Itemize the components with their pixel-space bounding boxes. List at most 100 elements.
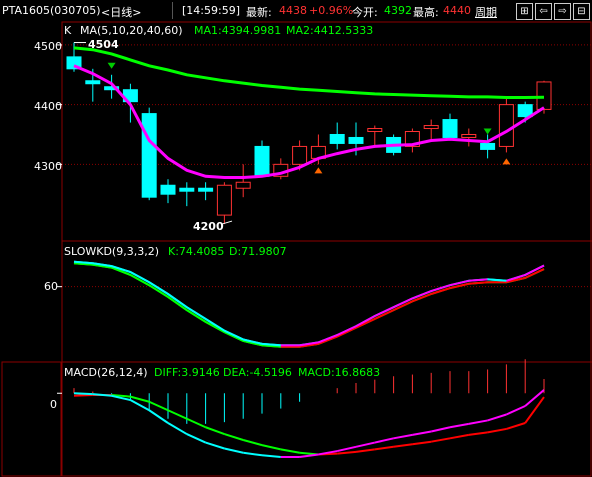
candle-body <box>179 187 195 192</box>
diff-line-segment <box>299 453 319 458</box>
sell-arrow-icon <box>107 62 116 69</box>
candle-body <box>216 184 232 216</box>
stock-chart-window: PTA1605(030705) <日线> [14:59:59] 最新: 4438… <box>0 0 592 477</box>
y-tick-60: 60 <box>44 280 58 293</box>
candle-body <box>198 187 214 192</box>
k-line-segment <box>167 293 188 309</box>
diff-line-segment <box>449 422 469 429</box>
diff-line-segment <box>355 441 376 448</box>
diff-line-segment <box>224 447 244 454</box>
candle-body <box>141 113 157 198</box>
diff-line-segment <box>261 454 281 458</box>
slowkd-title: SLOWKD(9,3,3,2) <box>64 245 160 258</box>
y-tick-4300: 4300 <box>34 160 62 173</box>
y-tick-4500: 4500 <box>34 40 62 53</box>
ma-params: MA(5,10,20,40,60) <box>80 24 183 37</box>
k-line-segment <box>468 278 488 282</box>
k-line-segment <box>318 334 338 344</box>
candle-body <box>442 119 458 138</box>
diff-value: DIFF:3.9146 <box>154 366 220 379</box>
dea-line-segment <box>224 433 244 441</box>
candlestick-pane <box>57 42 592 225</box>
k-line-segment <box>487 278 507 282</box>
candle-body <box>160 184 176 195</box>
d-line-segment <box>223 331 244 342</box>
dea-line-segment <box>374 445 394 451</box>
candle-body <box>498 104 514 147</box>
dea-line-segment <box>73 393 93 397</box>
candle-body <box>254 145 270 177</box>
dea-line-segment <box>148 400 169 412</box>
dea-line-segment <box>524 396 545 424</box>
candle-body <box>461 133 477 138</box>
diff-line-segment <box>393 433 413 440</box>
macd-title: MACD(26,12,4) <box>64 366 148 379</box>
macd-value: MACD:16.8683 <box>298 366 381 379</box>
high-marker: 4504 <box>88 38 119 51</box>
dea-line-segment <box>167 409 188 420</box>
buy-arrow-icon <box>314 167 323 174</box>
dea-line-segment <box>261 444 282 451</box>
dea-line-segment <box>337 450 357 455</box>
diff-line-segment <box>205 441 225 450</box>
k-title: K <box>64 24 72 37</box>
candle-body <box>85 80 101 85</box>
buy-arrow-icon <box>502 158 511 165</box>
dea-line-segment <box>355 448 375 453</box>
y-tick-4400: 4400 <box>34 100 62 113</box>
d-line-segment <box>318 335 338 345</box>
candle-body <box>423 125 439 130</box>
candle-body <box>348 136 364 144</box>
y-tick-0: 0 <box>50 398 57 411</box>
diff-line-segment <box>524 389 545 407</box>
k-line-segment <box>223 329 244 341</box>
candle-body <box>235 181 251 189</box>
d-value: D:71.9807 <box>229 245 287 258</box>
d-line-segment <box>167 296 188 311</box>
dea-line-segment <box>205 426 225 435</box>
diff-line-segment <box>336 445 357 453</box>
d-line-segment <box>468 281 488 285</box>
k-line <box>73 260 545 347</box>
diff-line-segment <box>374 437 394 444</box>
k-line-segment <box>336 325 357 336</box>
ma1-value: MA1:4394.9981 <box>194 24 282 37</box>
dea-line-segment <box>506 422 526 430</box>
dea-line-segment <box>468 431 488 436</box>
k-value: K:74.4085 <box>168 245 225 258</box>
diff-line-segment <box>186 433 207 444</box>
diff-line-segment <box>468 419 488 425</box>
chart-canvas <box>1 21 592 477</box>
dea-line-segment <box>487 427 507 434</box>
d-line-segment <box>336 326 357 338</box>
diff-line-segment <box>430 426 451 433</box>
diff-line-segment <box>412 430 432 436</box>
diff-line-segment <box>243 451 263 457</box>
slowkd-pane <box>57 260 592 348</box>
k-line-segment <box>205 318 225 332</box>
dea-line-segment <box>412 440 432 446</box>
d-line-shadow <box>73 262 545 348</box>
d-line-segment <box>205 320 225 334</box>
candle-body <box>292 145 308 165</box>
diff-line-segment <box>167 422 188 435</box>
dea-value: DEA:-4.5196 <box>223 366 292 379</box>
diff-line-segment <box>148 409 169 424</box>
candle-body <box>480 142 496 150</box>
diff-line-segment <box>487 413 507 422</box>
diff-line-segment <box>73 392 93 396</box>
ma2-line <box>73 46 545 99</box>
macd-axis-box <box>1 361 62 477</box>
candle-body <box>367 128 383 133</box>
ma2-value: MA2:4412.5333 <box>286 24 374 37</box>
diff-line-segment <box>505 405 526 416</box>
low-marker: 4200 <box>193 220 224 233</box>
dea-line-segment <box>186 417 207 429</box>
dea-line-segment <box>431 437 451 443</box>
dea-line-segment <box>393 443 413 448</box>
sell-arrow-icon <box>483 128 492 135</box>
dea-line-segment <box>449 433 469 440</box>
candle-body <box>536 81 552 110</box>
dea-line-segment <box>242 439 263 447</box>
dea-line-segment <box>280 448 300 454</box>
